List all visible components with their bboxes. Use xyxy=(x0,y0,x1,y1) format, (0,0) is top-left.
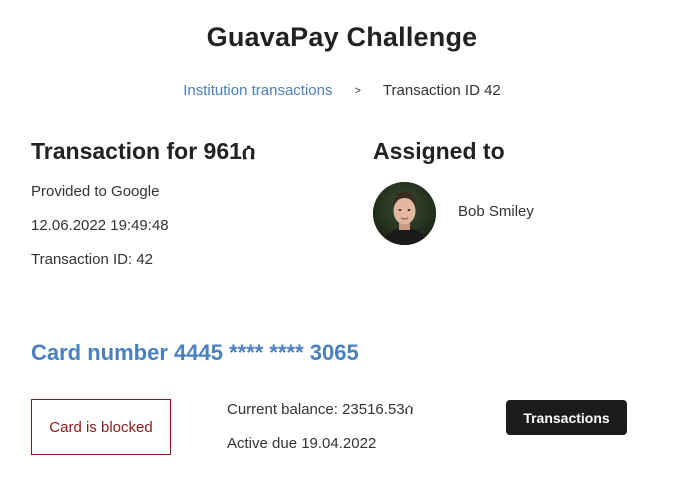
breadcrumb-current: Transaction ID 42 xyxy=(382,82,501,99)
breadcrumb-link-institution-transactions[interactable]: Institution transactions xyxy=(183,82,332,99)
transaction-provider: Provided to Google xyxy=(31,183,160,200)
card-status-badge: Card is blocked xyxy=(31,399,171,455)
transactions-button[interactable]: Transactions xyxy=(506,400,627,435)
current-balance: Current balance: 23516.53ሰ xyxy=(227,401,414,418)
assignee-name: Bob Smiley xyxy=(458,203,534,220)
app-title: GuavaPay Challenge xyxy=(206,22,478,52)
assigned-to-heading: Assigned to xyxy=(373,138,505,164)
breadcrumb-separator: > xyxy=(354,84,361,97)
transaction-title: Transaction for 961ሰ xyxy=(31,138,256,164)
balance-info: Current balance: 23516.53ሰ Active due 19… xyxy=(227,401,413,469)
assignee: Bob Smiley xyxy=(373,182,534,245)
user-avatar-icon xyxy=(373,182,436,245)
transaction-datetime: 12.06.2022 19:49:48 xyxy=(31,217,169,234)
breadcrumb: Institution transactions > Transaction I… xyxy=(0,82,684,99)
transaction-details: Transaction for 961ሰ Provided to Google … xyxy=(31,138,351,285)
card-number: Card number 4445 **** **** 3065 xyxy=(31,340,359,365)
transaction-id: Transaction ID: 42 xyxy=(31,251,153,268)
assignment-section: Assigned to Bob Smiley xyxy=(373,138,663,245)
active-due: Active due 19.04.2022 xyxy=(227,435,377,452)
